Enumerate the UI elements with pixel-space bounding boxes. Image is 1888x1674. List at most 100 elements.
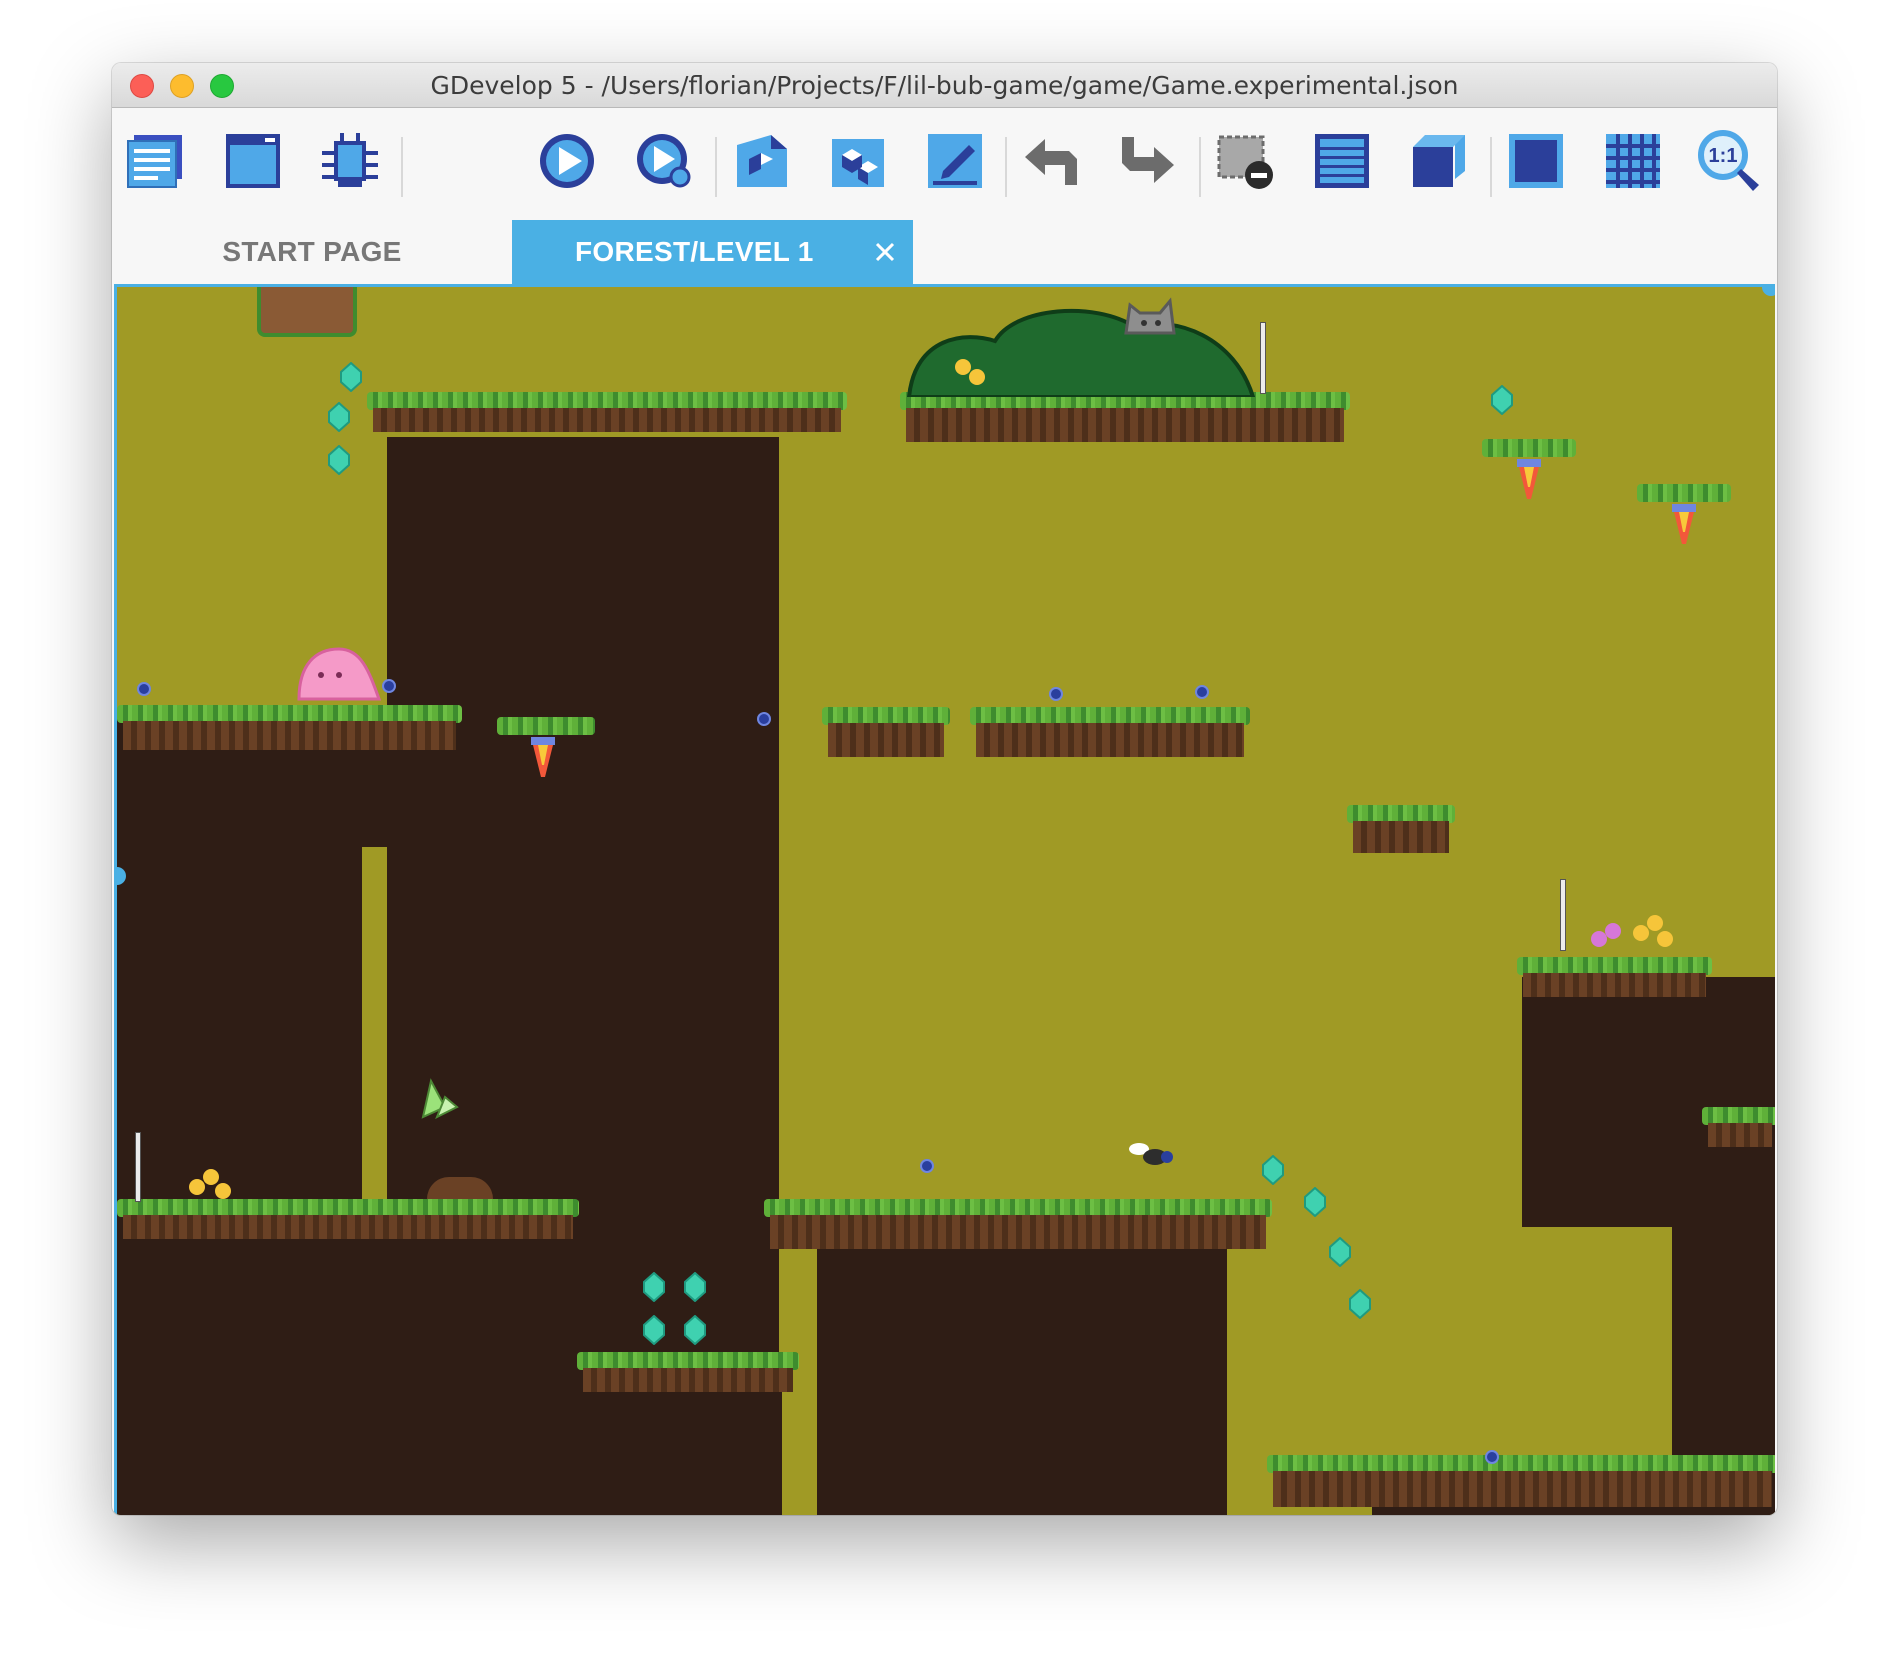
layers-icon bbox=[1413, 135, 1465, 187]
preview-icon bbox=[540, 134, 594, 188]
tab-label: FOREST/LEVEL 1 bbox=[575, 236, 814, 267]
scene-editor-canvas[interactable] bbox=[114, 284, 1775, 1515]
scene-properties-button[interactable] bbox=[221, 129, 285, 193]
flowers-sprite bbox=[189, 1169, 231, 1199]
title-bar: GDevelop 5 - /Users/florian/Projects/F/l… bbox=[112, 63, 1777, 108]
project-manager-button[interactable] bbox=[124, 129, 188, 193]
grass-platform bbox=[900, 392, 1350, 442]
network-preview-icon bbox=[637, 134, 691, 188]
preview-button[interactable] bbox=[535, 129, 599, 193]
grass-platform bbox=[1702, 1107, 1775, 1147]
grass-platform bbox=[497, 717, 595, 735]
enemy-sprite bbox=[920, 1159, 934, 1173]
debugger-button[interactable] bbox=[318, 129, 382, 193]
instances-list-button[interactable] bbox=[1310, 129, 1374, 193]
toolbar-separator bbox=[1490, 137, 1492, 197]
flame-sprite bbox=[1672, 504, 1696, 544]
object-groups-icon bbox=[832, 139, 884, 187]
delete-selection-icon bbox=[1217, 135, 1273, 189]
tab-start-page[interactable]: START PAGE bbox=[112, 220, 512, 284]
properties-icon bbox=[928, 134, 982, 188]
gem-sprite bbox=[1262, 1155, 1284, 1185]
debugger-icon bbox=[322, 133, 378, 187]
objects-list-icon bbox=[737, 135, 787, 187]
grass-platform bbox=[367, 392, 847, 432]
toolbar-separator bbox=[715, 137, 717, 197]
enemy-sprite bbox=[137, 682, 151, 696]
grass-platform bbox=[1517, 957, 1712, 997]
grass-platform bbox=[1482, 439, 1576, 459]
flame-sprite bbox=[531, 737, 555, 777]
gem-sprite bbox=[1491, 385, 1513, 415]
redo-button[interactable] bbox=[1116, 129, 1180, 193]
gem-sprite bbox=[684, 1315, 706, 1345]
object-groups-button[interactable] bbox=[826, 129, 890, 193]
grid-button[interactable] bbox=[1601, 129, 1665, 193]
project-manager-icon bbox=[127, 135, 182, 188]
toolbar: 1:1 bbox=[112, 109, 1777, 225]
window-mask-icon bbox=[1509, 134, 1563, 188]
enemy-sprite bbox=[1195, 685, 1209, 699]
zoom-button[interactable]: 1:1 bbox=[1697, 129, 1761, 193]
gem-sprite bbox=[328, 445, 350, 475]
window-title: GDevelop 5 - /Users/florian/Projects/F/l… bbox=[430, 71, 1459, 100]
tab-forest-level-1[interactable]: FOREST/LEVEL 1 bbox=[512, 220, 913, 284]
undo-icon bbox=[1025, 139, 1077, 185]
gem-sprite bbox=[684, 1272, 706, 1302]
zoom-level-label: 1:1 bbox=[1709, 145, 1738, 167]
dirt-block bbox=[817, 1242, 1227, 1515]
gem-sprite bbox=[1329, 1237, 1351, 1267]
gem-sprite bbox=[1349, 1289, 1371, 1319]
delete-selection-button[interactable] bbox=[1213, 129, 1277, 193]
network-preview-button[interactable] bbox=[632, 129, 696, 193]
properties-button[interactable] bbox=[923, 129, 987, 193]
gem-sprite bbox=[1304, 1187, 1326, 1217]
toolbar-separator bbox=[401, 137, 403, 197]
grass-platform bbox=[764, 1199, 1272, 1249]
grid-icon bbox=[1606, 134, 1660, 188]
flame-sprite bbox=[1517, 459, 1541, 499]
objects-list-button[interactable] bbox=[729, 129, 793, 193]
gem-sprite bbox=[328, 402, 350, 432]
flowers-sprite bbox=[1591, 915, 1673, 947]
checkpoint-pole bbox=[1560, 879, 1566, 951]
gem-sprite bbox=[340, 362, 362, 392]
gem-sprite bbox=[643, 1315, 665, 1345]
grass-platform bbox=[117, 1199, 579, 1239]
enemy-sprite bbox=[1485, 1450, 1499, 1464]
grass-platform bbox=[1347, 805, 1455, 853]
redo-icon bbox=[1122, 137, 1174, 183]
butterfly-sprite bbox=[421, 1078, 459, 1120]
gdevelop-window: GDevelop 5 - /Users/florian/Projects/F/l… bbox=[112, 63, 1777, 1515]
bush-sprite bbox=[906, 308, 1256, 397]
toolbar-separator bbox=[1005, 137, 1007, 197]
zoom-icon: 1:1 bbox=[1698, 130, 1759, 191]
close-tab-icon[interactable] bbox=[871, 238, 899, 266]
scene-properties-icon bbox=[226, 134, 280, 188]
grass-platform bbox=[577, 1352, 799, 1392]
fly-sprite bbox=[1129, 1143, 1173, 1165]
toolbar-separator bbox=[1199, 137, 1201, 197]
enemy-sprite bbox=[757, 712, 771, 726]
checkpoint-pole bbox=[135, 1132, 141, 1202]
resize-handle[interactable] bbox=[1762, 287, 1775, 296]
layers-button[interactable] bbox=[1407, 129, 1471, 193]
enemy-sprite bbox=[1049, 687, 1063, 701]
crate-block bbox=[257, 287, 357, 337]
cat-sprite bbox=[1124, 297, 1176, 335]
dirt-block bbox=[572, 1387, 782, 1515]
grass-platform bbox=[1637, 484, 1731, 504]
window-mask-button[interactable] bbox=[1504, 129, 1568, 193]
grass-platform bbox=[1267, 1455, 1775, 1507]
grass-platform bbox=[117, 705, 462, 750]
dirt-block bbox=[117, 1212, 572, 1515]
checkpoint-pole bbox=[1260, 322, 1266, 394]
dirt-column bbox=[117, 847, 362, 1207]
player-sprite bbox=[297, 647, 381, 701]
undo-button[interactable] bbox=[1019, 129, 1083, 193]
grass-platform bbox=[970, 707, 1250, 757]
enemy-sprite bbox=[382, 679, 396, 693]
gem-sprite bbox=[643, 1272, 665, 1302]
editor-tabs: START PAGE FOREST/LEVEL 1 bbox=[112, 220, 1777, 284]
stump-sprite bbox=[427, 1177, 493, 1199]
